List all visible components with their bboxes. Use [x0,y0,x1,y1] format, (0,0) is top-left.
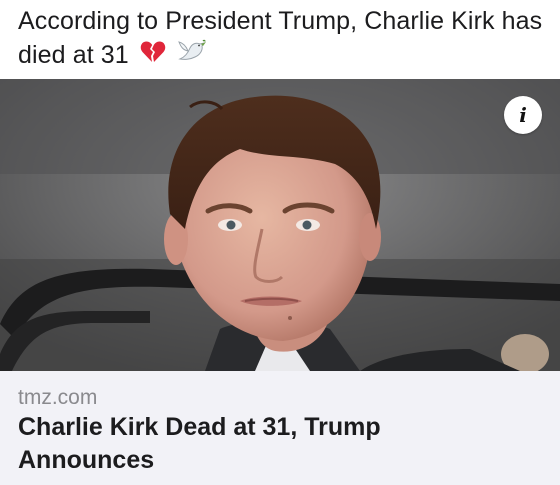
broken-heart-icon [140,39,166,73]
link-preview-card[interactable]: i tmz.com Charlie Kirk Dead at 31, Trump… [0,79,560,485]
link-headline: Charlie Kirk Dead at 31, Trump Announces [18,413,381,474]
post-text-block: According to President Trump, Charlie Ki… [18,4,548,74]
link-source-domain: tmz.com [18,386,98,409]
preview-image[interactable]: i [0,79,560,371]
link-card-footer[interactable]: tmz.com Charlie Kirk Dead at 31, Trump A… [0,371,560,485]
info-icon: i [519,103,527,127]
info-button[interactable]: i [504,96,542,134]
post-text: According to President Trump, Charlie Ki… [18,7,543,69]
message-post: According to President Trump, Charlie Ki… [0,0,560,485]
dove-icon [177,39,207,74]
portrait-photo [0,79,560,371]
